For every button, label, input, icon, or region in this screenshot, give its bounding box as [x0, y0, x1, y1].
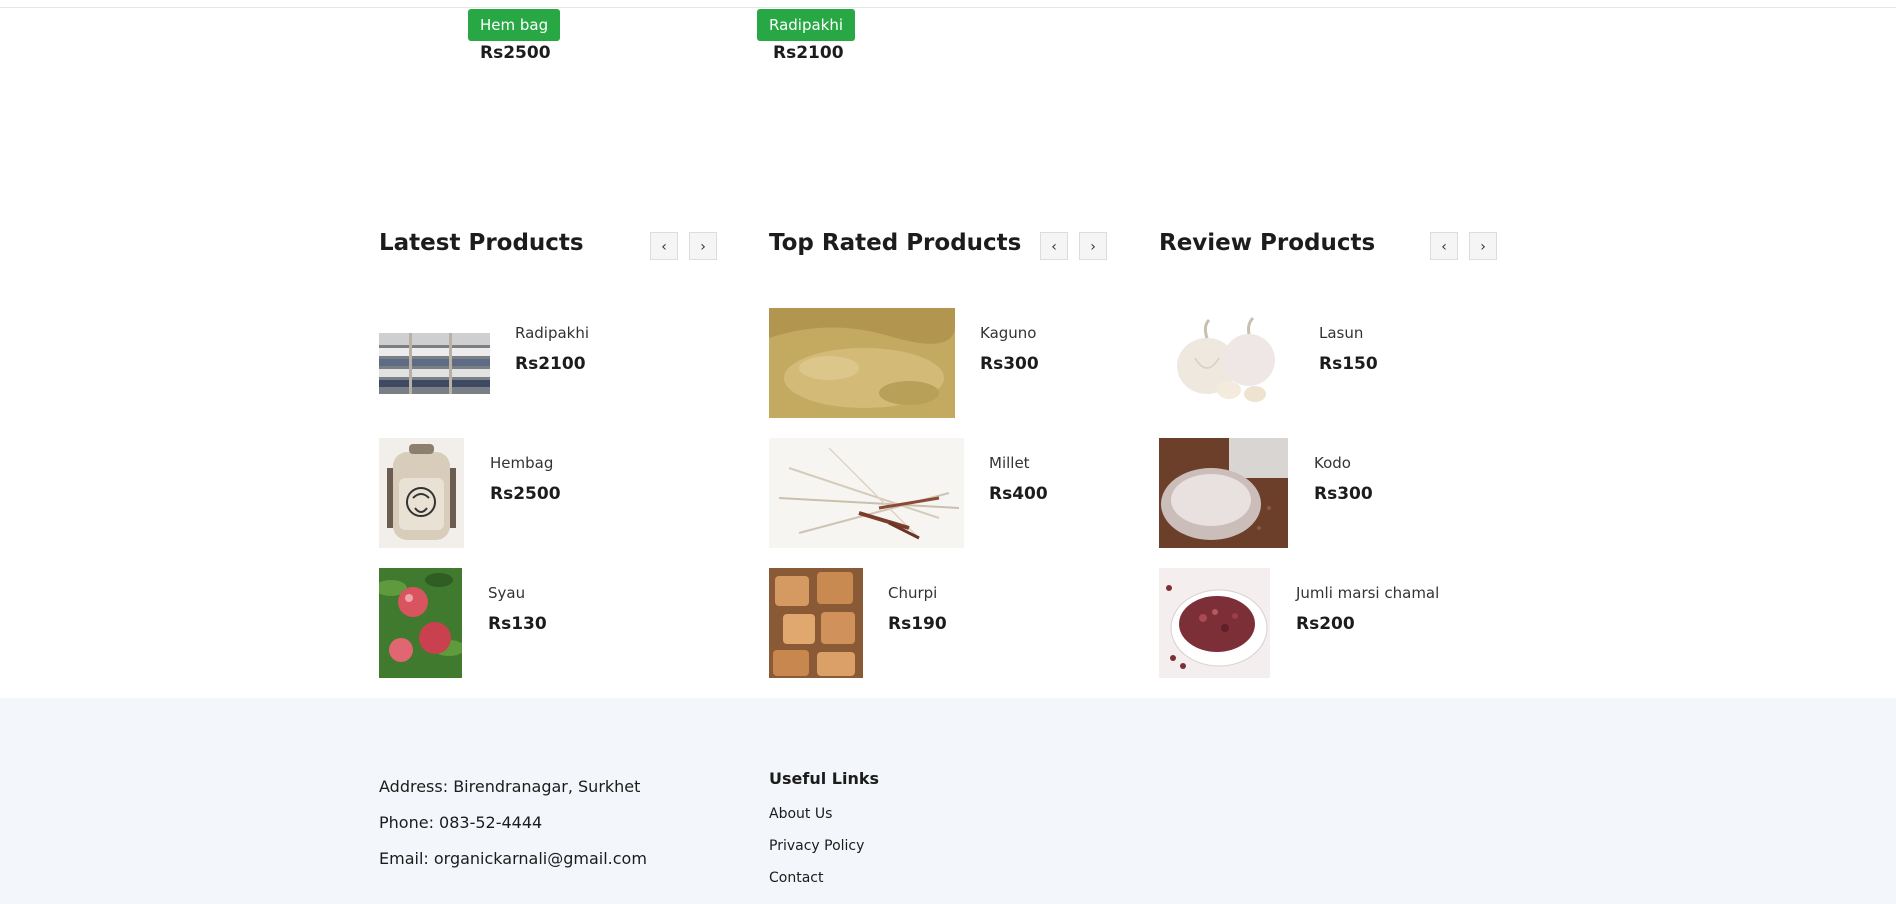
product-name: Radipakhi — [515, 324, 590, 342]
featured-tag-radipakhi[interactable]: Radipakhi — [757, 9, 856, 41]
product-item[interactable]: Kaguno Rs300 — [769, 308, 1111, 418]
flour-bowl-image — [1159, 438, 1288, 548]
product-price: Rs300 — [1314, 484, 1373, 504]
red-rice-image — [1159, 568, 1270, 678]
product-name: Hembag — [490, 454, 554, 472]
product-item[interactable]: Hembag Rs2500 — [379, 438, 721, 548]
product-name: Churpi — [888, 584, 938, 602]
footer — [0, 698, 1896, 904]
product-item[interactable]: Radipakhi Rs2100 — [379, 308, 721, 418]
product-price: Rs200 — [1296, 614, 1355, 634]
product-name: Kaguno — [980, 324, 1037, 342]
featured-tag-hem-bag[interactable]: Hem bag — [468, 9, 561, 41]
prev-button[interactable]: ‹ — [1040, 232, 1068, 260]
product-item[interactable]: Jumli marsi chamal Rs200 — [1159, 568, 1501, 678]
prev-button[interactable]: ‹ — [650, 232, 678, 260]
footer-phone: Phone: 083-52-4444 — [379, 813, 543, 832]
garlic-image — [1159, 308, 1294, 418]
header-divider — [0, 7, 1896, 8]
next-button[interactable]: › — [1079, 232, 1107, 260]
product-price: Rs190 — [888, 614, 947, 634]
product-item[interactable]: Lasun Rs150 — [1159, 308, 1501, 418]
section-title: Review Products — [1159, 230, 1376, 256]
product-item[interactable]: Millet Rs400 — [769, 438, 1111, 548]
privacy-policy-link[interactable]: Privacy Policy — [769, 838, 864, 854]
featured-price-hem-bag: Rs2500 — [480, 43, 551, 63]
useful-links-title: Useful Links — [769, 769, 880, 788]
product-price: Rs300 — [980, 354, 1039, 374]
product-price: Rs2100 — [515, 354, 586, 374]
product-price: Rs2500 — [490, 484, 561, 504]
apples-image — [379, 568, 462, 678]
next-button[interactable]: › — [1469, 232, 1497, 260]
product-item[interactable]: Churpi Rs190 — [769, 568, 1111, 678]
product-name: Kodo — [1314, 454, 1351, 472]
prev-button[interactable]: ‹ — [1430, 232, 1458, 260]
contact-link[interactable]: Contact — [769, 870, 823, 886]
product-price: Rs130 — [488, 614, 547, 634]
hemp-backpack-image — [379, 438, 464, 548]
product-price: Rs150 — [1319, 354, 1378, 374]
product-name: Syau — [488, 584, 526, 602]
product-name: Jumli marsi chamal — [1296, 584, 1440, 602]
featured-price-radipakhi: Rs2100 — [773, 43, 844, 63]
footer-email: Email: organickarnali@gmail.com — [379, 849, 647, 868]
about-us-link[interactable]: About Us — [769, 806, 832, 822]
footer-address: Address: Birendranagar, Surkhet — [379, 777, 641, 796]
product-name: Millet — [989, 454, 1030, 472]
product-price: Rs400 — [989, 484, 1048, 504]
product-item[interactable]: Kodo Rs300 — [1159, 438, 1501, 548]
product-item[interactable]: Syau Rs130 — [379, 568, 721, 678]
section-title: Top Rated Products — [769, 230, 1022, 256]
cheese-cubes-image — [769, 568, 863, 678]
millet-stalks-image — [769, 438, 964, 548]
product-name: Lasun — [1319, 324, 1364, 342]
next-button[interactable]: › — [689, 232, 717, 260]
folded-blankets-image — [379, 308, 490, 418]
millet-grain-image — [769, 308, 955, 418]
section-title: Latest Products — [379, 230, 584, 256]
